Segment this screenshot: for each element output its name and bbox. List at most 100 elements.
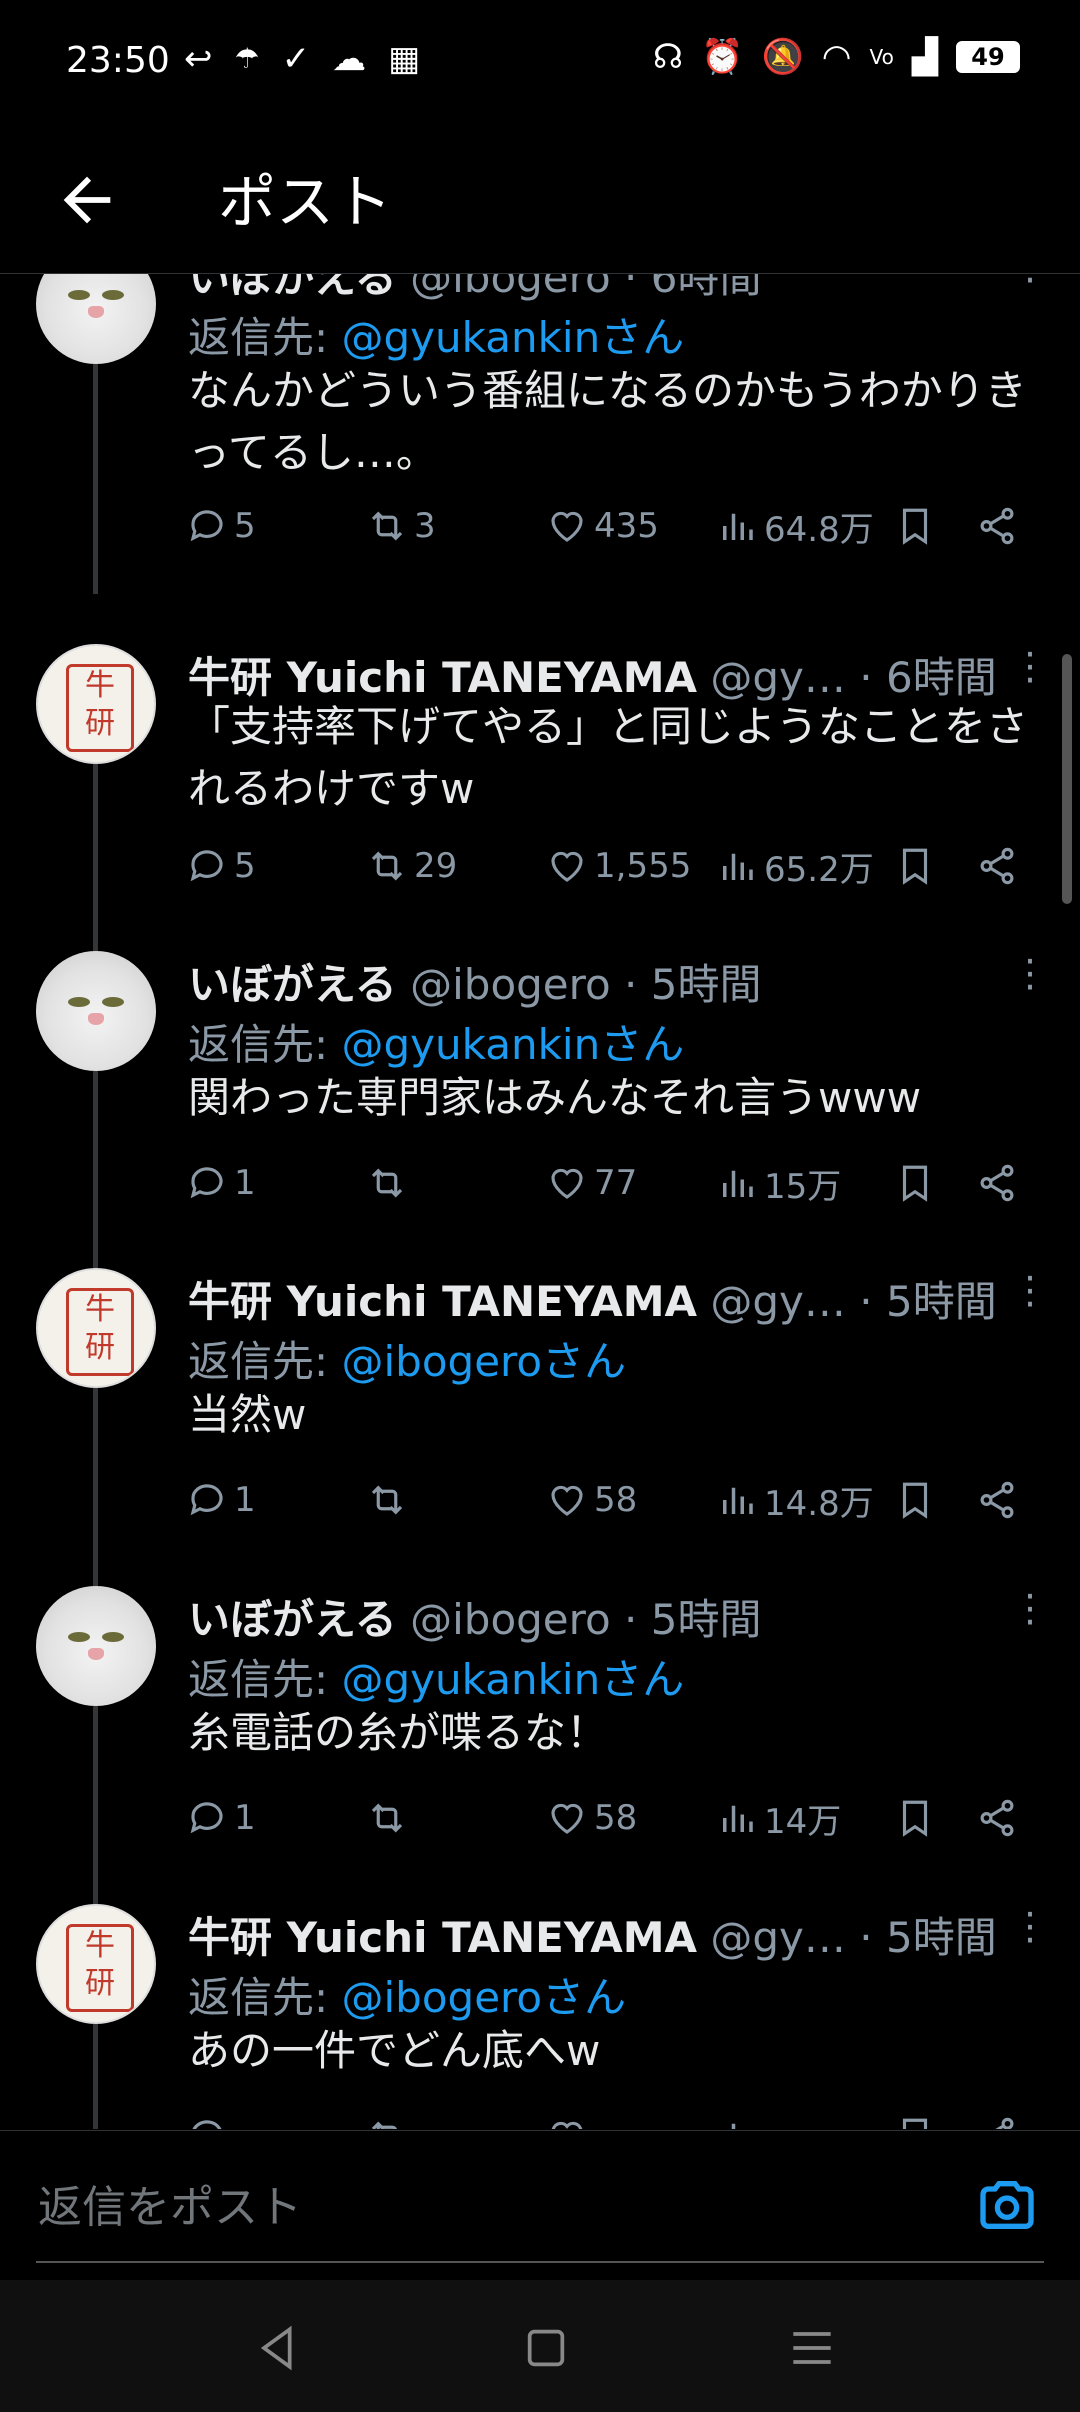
reply-to: 返信先: @gyukankinさん — [188, 1655, 685, 1704]
repost-button[interactable] — [366, 1157, 414, 1209]
author-handle[interactable]: @gy… — [710, 653, 846, 702]
reply-thread[interactable]: いぼかえる @ibogero · 6時間 ⋮ 返信先: @gyukankinさん… — [0, 274, 1080, 2129]
author-handle[interactable]: @gy… — [710, 1913, 846, 1962]
reply-to-link[interactable]: @gyukankinさん — [342, 1655, 685, 1704]
share-button[interactable] — [976, 1157, 1018, 1209]
like-button[interactable]: 435 — [546, 500, 659, 552]
reply-button[interactable] — [186, 2110, 228, 2129]
bell-off-icon: 🔕 — [761, 37, 804, 77]
avatar[interactable] — [36, 1586, 156, 1706]
nav-home-button[interactable] — [518, 2320, 574, 2376]
share-button[interactable] — [976, 500, 1018, 552]
author-name[interactable]: いぼがえる — [188, 1595, 397, 1644]
more-options-icon[interactable]: ⋮ — [1010, 951, 1050, 1007]
seal-logo: 牛研 — [66, 1924, 134, 2012]
share-button[interactable] — [976, 840, 1018, 892]
comment-icon — [190, 850, 223, 882]
author-handle[interactable]: @ibogero — [410, 274, 611, 302]
views-button[interactable]: 14.8万 — [716, 1474, 874, 1526]
bookmark-button[interactable] — [894, 2110, 936, 2129]
comment-icon — [192, 2120, 222, 2129]
avatar[interactable] — [36, 951, 156, 1071]
bookmark-icon — [902, 848, 928, 885]
author-handle[interactable]: @ibogero — [410, 960, 611, 1009]
weather-icon: ☂ — [234, 42, 260, 75]
like-button[interactable] — [546, 2110, 588, 2129]
reply-to: 返信先: @gyukankinさん — [188, 313, 685, 362]
author-name[interactable]: いぼがえる — [188, 960, 397, 1009]
author-handle[interactable]: @gy… — [710, 1277, 846, 1326]
comment-icon — [190, 1802, 223, 1834]
share-button[interactable] — [976, 2110, 1018, 2129]
reply-to-link[interactable]: @ibogeroさん — [342, 1973, 627, 2022]
author-name[interactable]: 牛研 Yuichi TANEYAMA — [188, 1277, 697, 1326]
post-item[interactable]: 牛研 牛研 Yuichi TANEYAMA @gy… · 5時間 ⋮ 返信先: … — [0, 1268, 1080, 1628]
views-button[interactable]: 14万 — [716, 1792, 841, 1844]
post-text: 糸電話の糸が喋るな！ — [188, 1708, 609, 1757]
bookmark-button[interactable] — [894, 1474, 936, 1526]
avatar[interactable] — [36, 274, 156, 364]
back-button[interactable] — [52, 165, 122, 235]
bookmark-button[interactable] — [894, 840, 936, 892]
views-button[interactable] — [716, 2110, 758, 2129]
like-button[interactable]: 77 — [546, 1157, 637, 1209]
share-icon — [980, 1164, 1014, 1202]
post-text: なんかどういう番組になるのかもうわかりきってるし…。 — [188, 366, 1027, 477]
share-button[interactable] — [976, 1474, 1018, 1526]
bookmark-button[interactable] — [894, 1792, 936, 1844]
reply-to-link[interactable]: @gyukankinさん — [342, 1020, 685, 1069]
more-options-icon[interactable]: ⋮ — [1010, 1268, 1050, 1324]
like-button[interactable]: 58 — [546, 1792, 637, 1844]
more-options-icon[interactable]: ⋮ — [1010, 1904, 1050, 1960]
bookmark-button[interactable] — [894, 1157, 936, 1209]
repost-button[interactable] — [366, 1474, 414, 1526]
post-item[interactable]: 牛研 牛研 Yuichi TANEYAMA @gy… · 6時間 ⋮ 「支持率下… — [0, 644, 1080, 1004]
like-button[interactable]: 58 — [546, 1474, 637, 1526]
more-options-icon[interactable]: ⋮ — [1010, 644, 1050, 700]
author-name[interactable]: 牛研 Yuichi TANEYAMA — [188, 1913, 697, 1962]
reply-to: 返信先: @ibogeroさん — [188, 1337, 627, 1386]
like-button[interactable]: 1,555 — [546, 840, 691, 892]
post-item[interactable]: いぼかえる @ibogero · 6時間 ⋮ 返信先: @gyukankinさん… — [0, 274, 1080, 594]
author-handle[interactable]: @ibogero — [410, 1595, 611, 1644]
post-actions: 5 3 435 64.8万 — [186, 500, 1046, 552]
reply-to-link[interactable]: @gyukankinさん — [342, 313, 685, 362]
bookmark-icon — [902, 2118, 928, 2129]
views-button[interactable]: 15万 — [716, 1157, 841, 1209]
reply-button[interactable]: 1 — [186, 1792, 256, 1844]
check-icon: ✓ — [281, 39, 311, 79]
author-name[interactable]: いぼかえる — [188, 274, 397, 302]
reply-button[interactable]: 5 — [186, 840, 256, 892]
scrollbar[interactable] — [1062, 654, 1072, 904]
views-button[interactable]: 64.8万 — [716, 500, 874, 552]
post-text: 当然w — [188, 1390, 307, 1439]
avatar[interactable]: 牛研 — [36, 1904, 156, 2024]
more-options-icon[interactable]: ⋮ — [1010, 1586, 1050, 1642]
post-item[interactable]: いぼがえる @ibogero · 5時間 ⋮ 返信先: @gyukankinさん… — [0, 951, 1080, 1311]
avatar[interactable]: 牛研 — [36, 1268, 156, 1388]
nav-back-button[interactable] — [250, 2320, 306, 2376]
repost-button[interactable]: 29 — [366, 840, 457, 892]
avatar[interactable]: 牛研 — [36, 644, 156, 764]
bookmark-button[interactable] — [894, 500, 936, 552]
post-item[interactable]: 牛研 牛研 Yuichi TANEYAMA @gy… · 5時間 ⋮ 返信先: … — [0, 1904, 1080, 2129]
thread-line — [93, 2024, 98, 2129]
camera-button[interactable] — [975, 2173, 1039, 2237]
post-text: 関わった専門家はみんなそれ言うwww — [188, 1073, 922, 1122]
repost-button[interactable] — [366, 1792, 414, 1844]
repost-button[interactable] — [366, 2110, 408, 2129]
reply-button[interactable]: 1 — [186, 1157, 256, 1209]
reply-button[interactable]: 5 — [186, 500, 256, 552]
post-item[interactable]: いぼがえる @ibogero · 5時間 ⋮ 返信先: @gyukankinさん… — [0, 1586, 1080, 1946]
more-options-icon[interactable]: ⋮ — [1010, 274, 1050, 300]
post-actions — [186, 2110, 1046, 2129]
reply-input[interactable] — [36, 2171, 940, 2243]
heart-icon — [551, 1485, 583, 1516]
repost-button[interactable]: 3 — [366, 500, 436, 552]
author-name[interactable]: 牛研 Yuichi TANEYAMA — [188, 653, 697, 702]
reply-to-link[interactable]: @ibogeroさん — [342, 1337, 627, 1386]
views-button[interactable]: 65.2万 — [716, 840, 874, 892]
nav-menu-button[interactable] — [784, 2320, 840, 2376]
reply-button[interactable]: 1 — [186, 1474, 256, 1526]
share-button[interactable] — [976, 1792, 1018, 1844]
